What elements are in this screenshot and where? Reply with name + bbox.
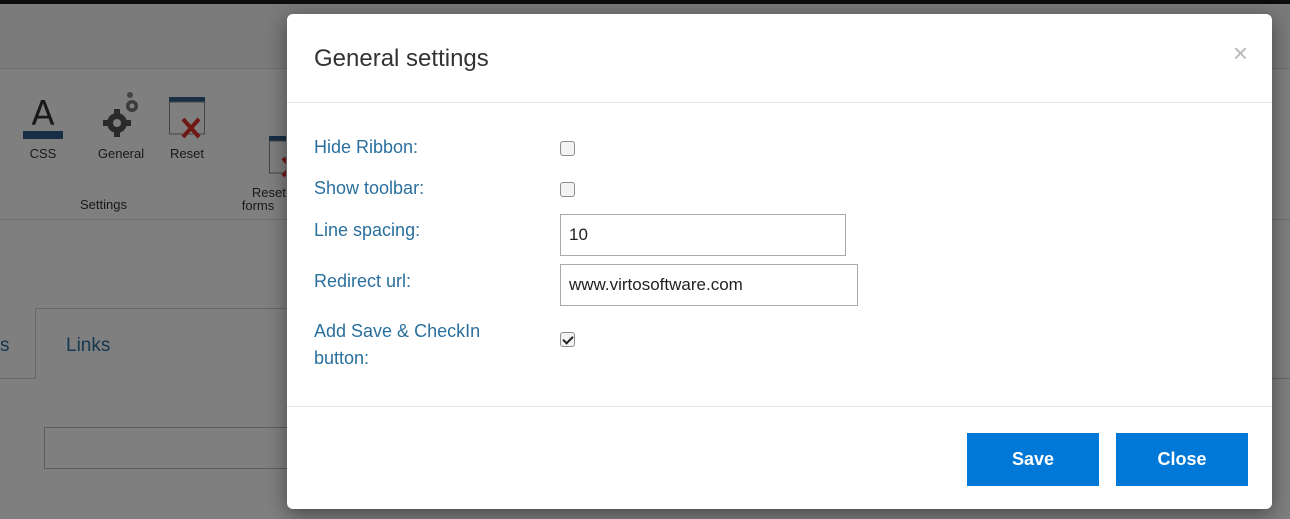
close-icon[interactable]: × [1233, 40, 1248, 66]
modal-title: General settings [314, 45, 489, 72]
line-spacing-label: Line spacing: [314, 220, 421, 240]
add-save-checkin-label: Add Save & CheckIn button: [314, 318, 480, 372]
show-toolbar-checkbox[interactable] [560, 182, 575, 197]
close-button[interactable]: Close [1116, 433, 1248, 486]
add-save-checkin-checkbox[interactable] [560, 332, 575, 347]
line-spacing-input[interactable] [560, 214, 846, 256]
general-settings-dialog: General settings × Hide Ribbon: Show too… [287, 14, 1272, 509]
modal-header: General settings × [287, 14, 1272, 103]
redirect-url-label: Redirect url: [314, 271, 412, 291]
save-button[interactable]: Save [967, 433, 1099, 486]
redirect-url-input[interactable] [560, 264, 858, 306]
hide-ribbon-checkbox[interactable] [560, 141, 575, 156]
hide-ribbon-label: Hide Ribbon: [314, 137, 419, 157]
add-save-checkin-label-line2: button: [314, 348, 370, 368]
modal-footer: Save Close [287, 406, 1272, 510]
add-save-checkin-label-line1: Add Save & CheckIn [314, 321, 481, 341]
show-toolbar-label: Show toolbar: [314, 178, 425, 198]
